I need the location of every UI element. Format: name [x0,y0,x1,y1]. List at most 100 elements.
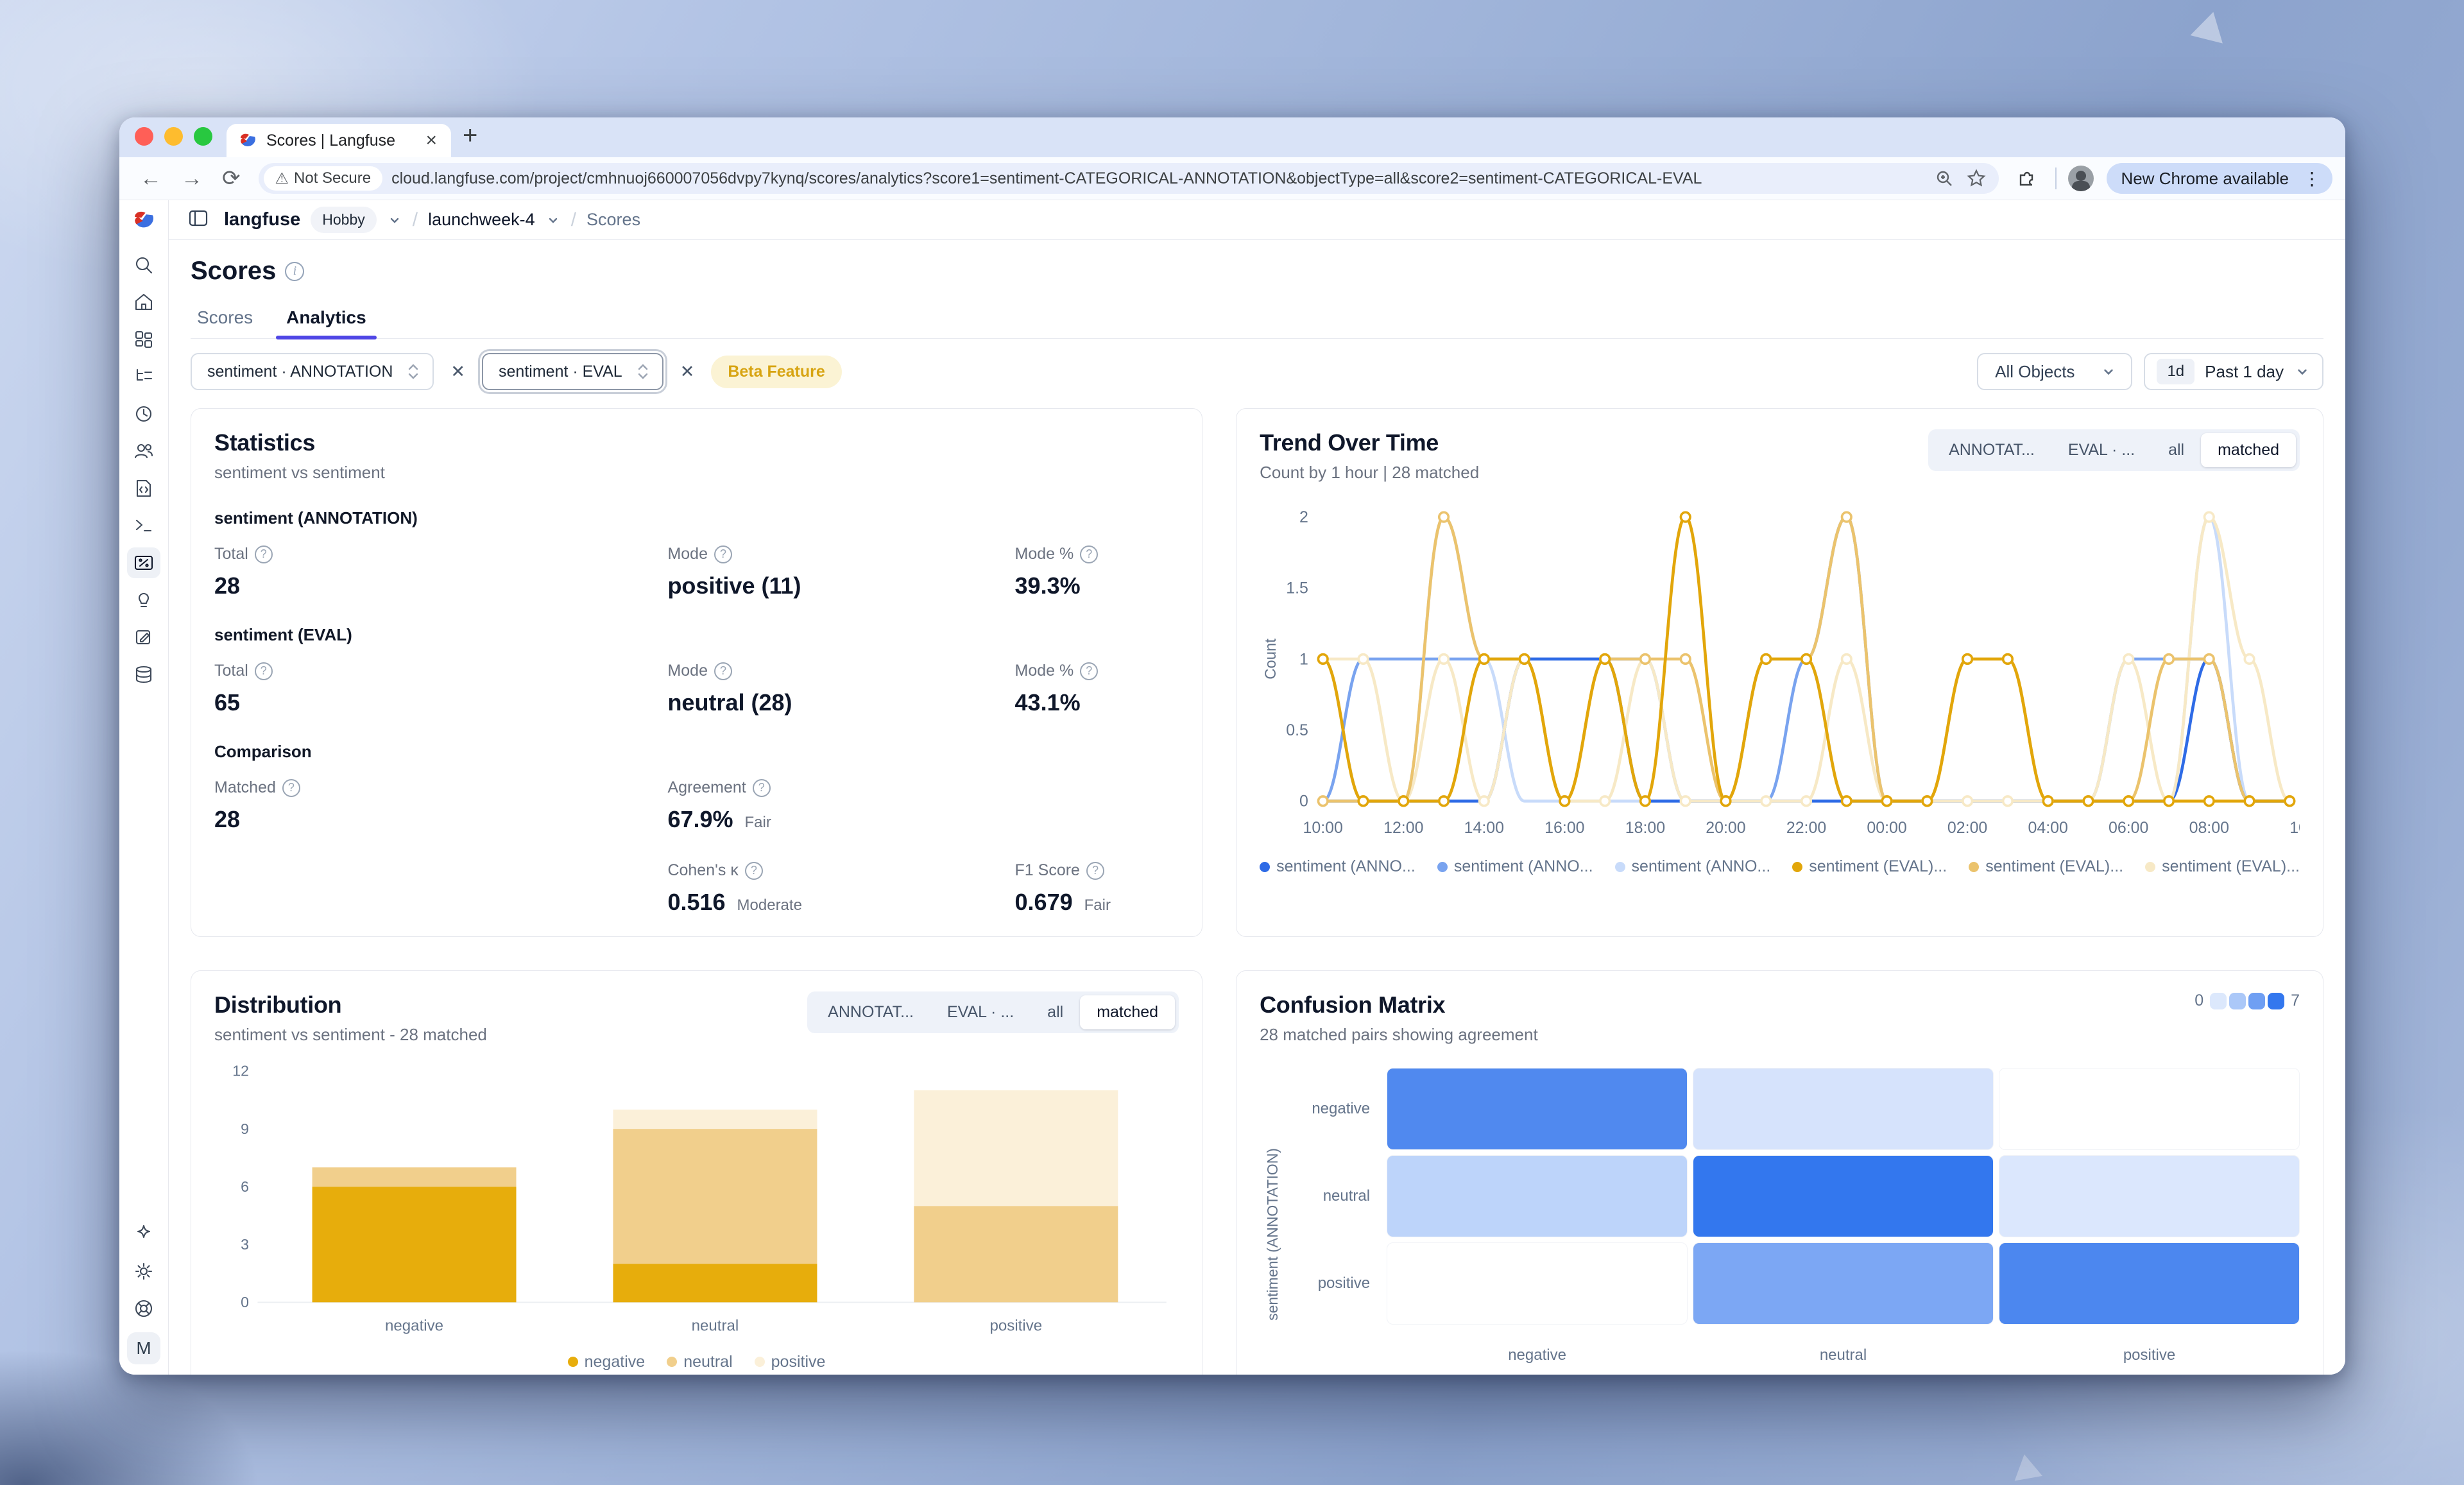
legend-item[interactable]: sentiment (EVAL)... [1969,857,2123,876]
breadcrumb-page[interactable]: Scores [586,210,640,230]
plan-badge: Hobby [311,207,376,233]
settings-gear-icon[interactable] [127,1256,160,1287]
object-type-select[interactable]: All Objects [1977,353,2132,390]
minimize-window-button[interactable] [164,127,183,146]
close-tab-icon[interactable]: × [423,131,440,150]
confusion-cell[interactable] [1693,1155,1994,1237]
scale-swatch [2268,993,2284,1009]
score1-value: sentiment · ANNOTATION [207,363,393,381]
tracing-icon[interactable] [127,361,160,392]
help-icon[interactable] [714,662,732,680]
comparison-label: Comparison [214,742,1179,762]
help-icon[interactable] [1086,862,1104,880]
confusion-cell[interactable] [1387,1068,1688,1150]
breadcrumb-project[interactable]: launchweek-4 [428,210,535,230]
address-bar[interactable]: ⚠ Not Secure cloud.langfuse.com/project/… [259,163,1999,194]
legend-item[interactable]: sentiment (ANNO... [1615,857,1771,876]
project-switcher-chevron-icon[interactable] [545,212,561,228]
chevron-down-icon [2100,363,2117,380]
updown-chevron-icon [637,363,649,380]
confusion-cell[interactable] [1387,1242,1688,1325]
tab-analytics[interactable]: Analytics [284,301,369,338]
help-icon[interactable] [753,779,771,797]
prompts-icon[interactable] [127,473,160,504]
home-icon[interactable] [127,287,160,318]
forward-icon[interactable]: → [173,167,210,189]
help-icon[interactable] [745,862,763,880]
clear-score2-icon[interactable]: ✕ [675,359,700,384]
dashboards-icon[interactable] [127,324,160,355]
distribution-view-matched[interactable]: matched [1080,995,1175,1029]
score1-select[interactable]: sentiment · ANNOTATION [191,353,434,390]
legend-item[interactable]: sentiment (ANNO... [1437,857,1593,876]
trend-view-eval[interactable]: EVAL · ... [2051,433,2152,467]
zoom-page-icon[interactable] [1935,169,1954,188]
datasets-icon[interactable] [127,659,160,690]
legend-item[interactable]: sentiment (EVAL)... [1792,857,1947,876]
confusion-cell[interactable] [1693,1242,1994,1325]
svg-text:04:00: 04:00 [2028,819,2068,837]
distribution-view-all[interactable]: all [1031,995,1080,1029]
browser-tab[interactable]: Scores | Langfuse × [227,124,451,157]
confusion-cell[interactable] [1693,1068,1994,1150]
distribution-view-eval[interactable]: EVAL · ... [930,995,1031,1029]
legend-item[interactable]: negative [568,1353,646,1371]
help-icon[interactable] [255,662,273,680]
bookmark-star-icon[interactable] [1967,169,1986,188]
legend-item[interactable]: positive [755,1353,826,1371]
site-security-chip[interactable]: ⚠ Not Secure [264,166,383,191]
org-name[interactable]: langfuse [224,209,300,230]
confusion-cell[interactable] [1999,1068,2300,1150]
trend-view-annotation[interactable]: ANNOTAT... [1932,433,2051,467]
reload-icon[interactable]: ⟳ [214,167,248,189]
ask-ai-spark-icon[interactable] [127,1219,160,1249]
legend-dot-icon [1792,862,1802,872]
help-icon[interactable] [282,779,300,797]
sidebar-toggle-icon[interactable] [187,207,210,233]
extensions-icon[interactable] [2015,167,2037,189]
browser-window: Scores | Langfuse × + ← → ⟳ ⚠ Not Secure… [119,117,2345,1375]
user-avatar[interactable]: M [127,1332,160,1364]
trend-view-all[interactable]: all [2152,433,2201,467]
help-icon[interactable] [255,545,273,563]
tab-scores[interactable]: Scores [194,301,255,338]
confusion-col-label: negative [1387,1330,1688,1364]
close-window-button[interactable] [135,127,153,146]
playground-icon[interactable] [127,510,160,541]
search-icon[interactable] [127,250,160,280]
back-icon[interactable]: ← [132,167,169,189]
sessions-icon[interactable] [127,399,160,429]
org-switcher-chevron-icon[interactable] [387,212,402,228]
users-icon[interactable] [127,436,160,467]
help-icon[interactable] [1080,545,1098,563]
confusion-cell[interactable] [1387,1155,1688,1237]
score2-select[interactable]: sentiment · EVAL [482,353,663,390]
svg-text:08:00: 08:00 [2189,819,2229,837]
legend-item[interactable]: sentiment (EVAL)... [2145,857,2300,876]
help-icon[interactable] [1080,662,1098,680]
info-icon[interactable] [285,262,304,281]
new-tab-button[interactable]: + [463,123,477,148]
evaluation-icon[interactable] [127,585,160,615]
legend-dot-icon [1969,862,1979,872]
chrome-update-button[interactable]: New Chrome available ⋮ [2107,163,2332,194]
range-label: Past 1 day [2205,362,2284,382]
legend-item[interactable]: sentiment (ANNO... [1260,857,1416,876]
trend-view-matched[interactable]: matched [2201,433,2296,467]
help-icon[interactable] [714,545,732,563]
scores-icon[interactable] [127,547,160,578]
svg-text:10:00: 10:00 [1303,819,1343,837]
beta-feature-badge: Beta Feature [711,356,841,388]
trend-card: Trend Over Time Count by 1 hour | 28 mat… [1236,408,2323,937]
clear-score1-icon[interactable]: ✕ [445,359,470,384]
distribution-view-annotation[interactable]: ANNOTAT... [811,995,930,1029]
legend-item[interactable]: neutral [667,1353,732,1371]
confusion-cell[interactable] [1999,1155,2300,1237]
browser-profile-avatar[interactable] [2068,166,2094,191]
browser-menu-icon[interactable]: ⋮ [2298,168,2326,189]
date-range-select[interactable]: 1d Past 1 day [2144,353,2323,390]
fullscreen-window-button[interactable] [194,127,212,146]
confusion-cell[interactable] [1999,1242,2300,1325]
annotation-icon[interactable] [127,622,160,653]
support-lifebuoy-icon[interactable] [127,1293,160,1324]
